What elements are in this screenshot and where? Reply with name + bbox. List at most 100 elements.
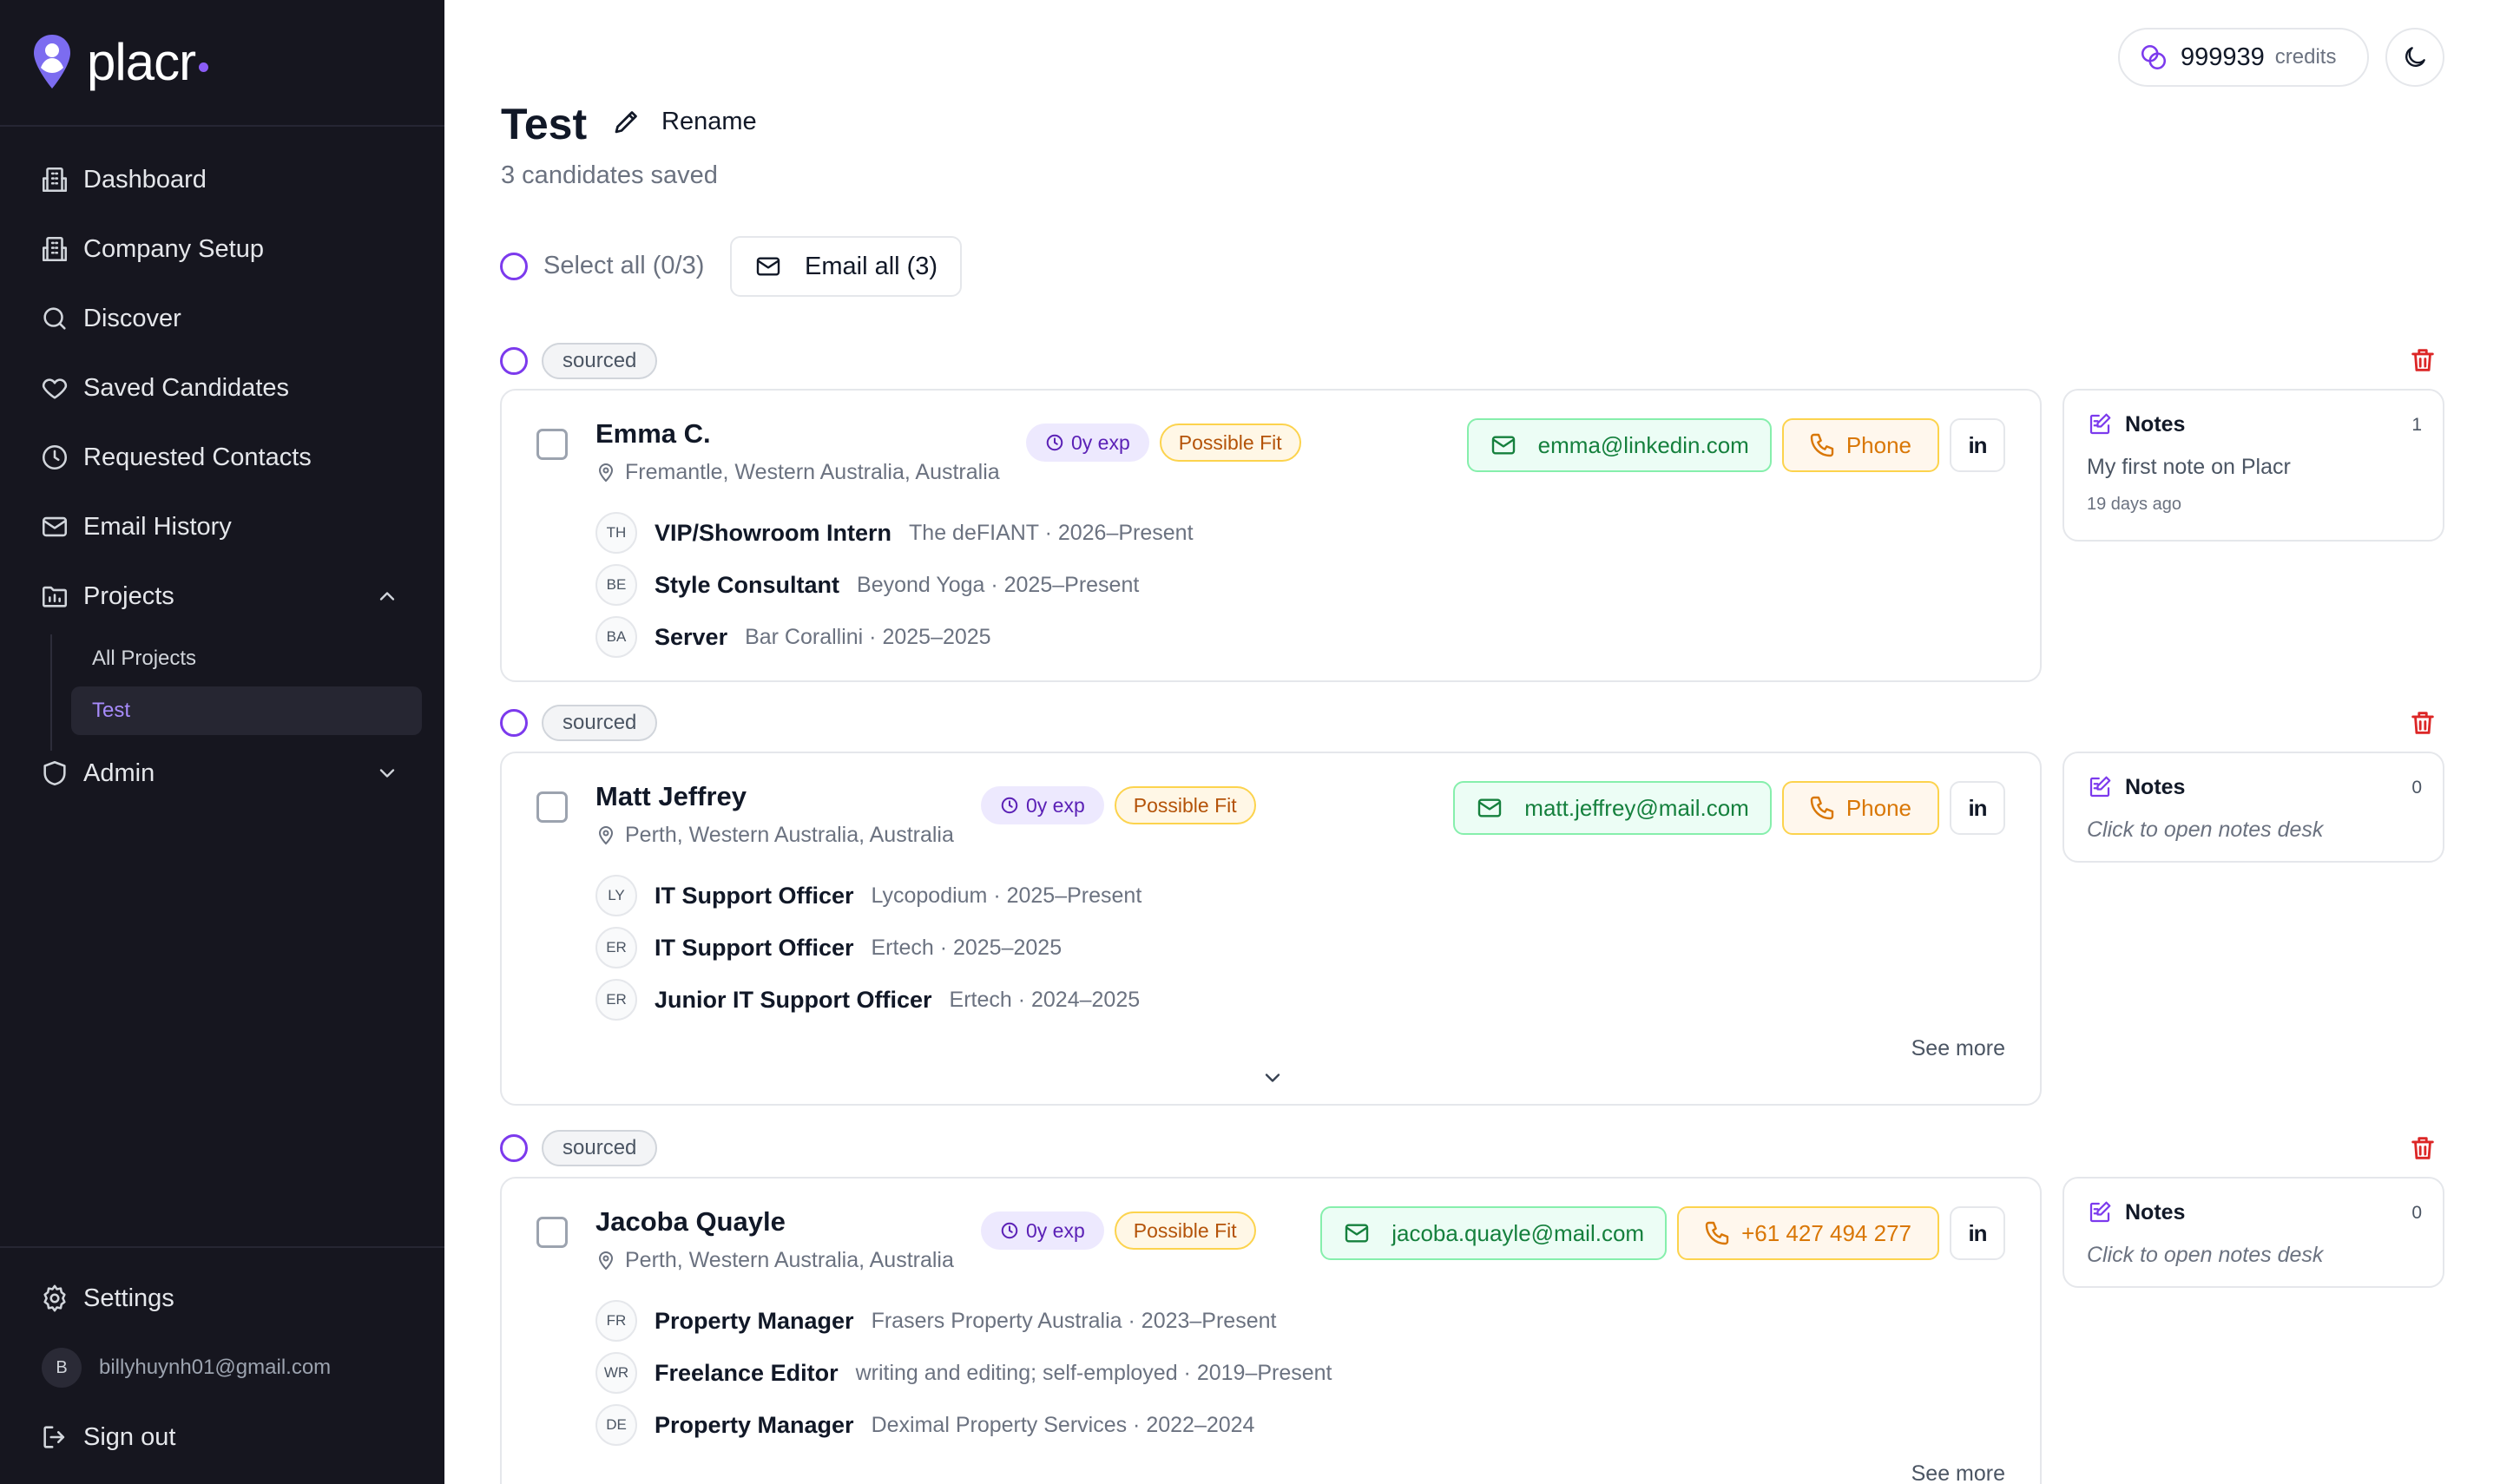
candidate-checkbox[interactable]	[536, 791, 568, 823]
chevron-down-icon[interactable]	[1260, 1066, 1285, 1090]
mail-icon	[756, 257, 780, 276]
notes-count: 0	[2411, 1203, 2422, 1223]
candidate-location: Perth, Western Australia, Australia	[595, 823, 954, 848]
experience-item: LY IT Support Officer Lycopodium · 2025–…	[595, 870, 1141, 922]
candidate-select-radio[interactable]	[500, 709, 528, 737]
map-pin-icon	[598, 1251, 614, 1270]
status-badge: sourced	[542, 1130, 658, 1166]
notes-panel[interactable]: Notes 0 Click to open notes desk	[2062, 1177, 2444, 1288]
notes-header: Notes	[2087, 774, 2185, 800]
experience-badge: 0y exp	[1026, 424, 1149, 462]
job-meta: Deximal Property Services · 2022–2024	[871, 1412, 1255, 1437]
notes-title: Notes	[2125, 1199, 2186, 1225]
experience-item: DE Property Manager Deximal Property Ser…	[595, 1399, 1332, 1451]
heart-icon	[42, 378, 68, 399]
sidebar-item-dashboard[interactable]: Dashboard	[0, 145, 444, 214]
notes-title: Notes	[2125, 411, 2186, 437]
candidate-checkbox[interactable]	[536, 429, 568, 460]
avatar: B	[42, 1348, 82, 1388]
candidate-select-radio[interactable]	[500, 347, 528, 375]
linkedin-button[interactable]: in	[1950, 781, 2005, 835]
credits-pill[interactable]: 999939 credits	[2118, 28, 2370, 87]
select-all-radio[interactable]	[500, 252, 528, 280]
note-timestamp: 19 days ago	[2087, 495, 2181, 514]
sidebar-item-email-history[interactable]: Email History	[0, 492, 444, 561]
job-title: Server	[655, 623, 728, 650]
rename-button[interactable]: Rename	[611, 106, 757, 137]
experience-item: ER IT Support Officer Ertech · 2025–2025	[595, 922, 1141, 974]
phone-icon	[1705, 1221, 1729, 1245]
see-more-link[interactable]: See more	[1911, 1461, 2005, 1484]
user-email: billyhuynh01@gmail.com	[99, 1356, 332, 1379]
experience-item: WR Freelance Editor writing and editing;…	[595, 1347, 1332, 1399]
notes-header: Notes	[2087, 411, 2185, 437]
settings-label: Settings	[83, 1284, 174, 1312]
user-account[interactable]: B billyhuynh01@gmail.com	[0, 1333, 444, 1402]
phone-icon	[1810, 433, 1834, 457]
brand-logo[interactable]: placr	[0, 0, 444, 127]
experience-list: FR Property Manager Frasers Property Aus…	[595, 1295, 1332, 1451]
candidate-card[interactable]: Jacoba Quayle Perth, Western Australia, …	[500, 1177, 2042, 1484]
sidebar-subitem-test[interactable]: Test	[71, 686, 422, 735]
linkedin-icon: in	[1968, 794, 1987, 821]
email-all-button[interactable]: Email all (3)	[730, 236, 963, 297]
trash-icon[interactable]	[2408, 1133, 2438, 1163]
phone-contact-button[interactable]: Phone	[1781, 418, 1939, 472]
signout-button[interactable]: Sign out	[0, 1402, 444, 1472]
phone-contact-button[interactable]: Phone	[1781, 781, 1939, 835]
sidebar-item-discover[interactable]: Discover	[0, 284, 444, 353]
chevron-up-icon[interactable]	[375, 584, 399, 608]
candidate-select-radio[interactable]	[500, 1134, 528, 1162]
status-badge: sourced	[542, 343, 658, 379]
contact-actions: emma@linkedin.com Phone in	[1466, 418, 2005, 472]
mail-icon	[1345, 1224, 1369, 1243]
email-contact-button[interactable]: emma@linkedin.com	[1466, 418, 1772, 472]
trash-icon[interactable]	[2408, 708, 2438, 738]
experience-badge-label: 0y exp	[1026, 1218, 1085, 1242]
notes-panel[interactable]: Notes 0 Click to open notes desk	[2062, 752, 2444, 863]
contact-actions: matt.jeffrey@mail.com Phone in	[1453, 781, 2005, 835]
company-initials: ER	[595, 979, 637, 1021]
phone-contact-button[interactable]: +61 427 494 277	[1677, 1206, 1939, 1260]
sidebar-item-projects[interactable]: Projects	[0, 561, 444, 631]
sidebar-item-saved-candidates[interactable]: Saved Candidates	[0, 353, 444, 423]
candidate-checkbox[interactable]	[536, 1217, 568, 1248]
note-edit-icon	[2089, 413, 2111, 435]
candidate-card[interactable]: Emma C. Fremantle, Western Australia, Au…	[500, 389, 2042, 682]
page-title: Test	[501, 100, 588, 148]
notes-panel[interactable]: Notes 1 My first note on Placr 19 days a…	[2062, 389, 2444, 542]
job-title: Freelance Editor	[655, 1359, 839, 1386]
sidebar-item-label: Saved Candidates	[83, 373, 289, 402]
experience-badge-label: 0y exp	[1026, 793, 1085, 817]
candidate-status-row: sourced	[500, 1130, 658, 1166]
submenu-guide-line	[50, 634, 52, 751]
building-icon	[42, 236, 68, 262]
job-meta: Ertech · 2024–2025	[949, 987, 1141, 1012]
theme-toggle-button[interactable]	[2385, 28, 2444, 87]
email-all-label: Email all (3)	[805, 252, 938, 280]
map-pin-icon	[598, 463, 614, 482]
see-more-link[interactable]: See more	[1911, 1036, 2005, 1061]
candidate-name[interactable]: Emma C.	[595, 418, 711, 450]
building-icon	[42, 167, 68, 193]
candidate-name[interactable]: Matt Jeffrey	[595, 781, 747, 812]
sidebar-item-company-setup[interactable]: Company Setup	[0, 214, 444, 284]
sidebar-item-settings[interactable]: Settings	[0, 1264, 444, 1333]
sidebar-subitem-all-projects[interactable]: All Projects	[71, 634, 422, 683]
job-title: VIP/Showroom Intern	[655, 519, 892, 546]
signout-label: Sign out	[83, 1422, 176, 1451]
chevron-down-icon[interactable]	[375, 761, 399, 785]
trash-icon[interactable]	[2408, 345, 2438, 375]
sidebar-item-admin[interactable]: Admin	[0, 739, 444, 808]
email-contact-button[interactable]: matt.jeffrey@mail.com	[1453, 781, 1772, 835]
linkedin-button[interactable]: in	[1950, 418, 2005, 472]
sidebar-item-requested-contacts[interactable]: Requested Contacts	[0, 423, 444, 492]
linkedin-button[interactable]: in	[1950, 1206, 2005, 1260]
candidate-status-row: sourced	[500, 705, 658, 741]
candidate-name[interactable]: Jacoba Quayle	[595, 1206, 786, 1238]
clock-icon	[42, 444, 68, 470]
candidate-card[interactable]: Matt Jeffrey Perth, Western Australia, A…	[500, 752, 2042, 1106]
email-contact-button[interactable]: jacoba.quayle@mail.com	[1320, 1206, 1668, 1260]
select-all-toggle[interactable]: Select all (0/3)	[500, 252, 704, 280]
brand-name: placr	[87, 33, 196, 91]
